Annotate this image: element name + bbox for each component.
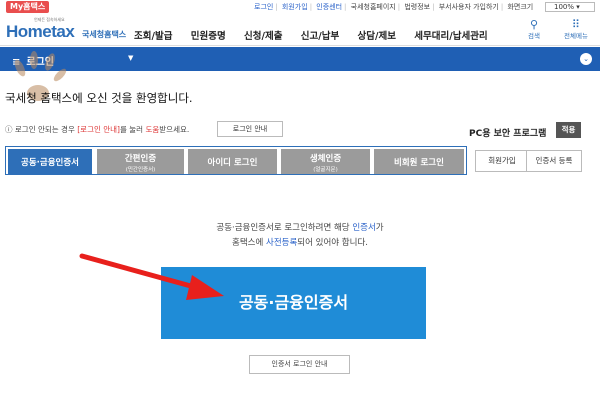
search-label: 검색: [528, 32, 540, 40]
tab-sublabel: (민간인증서): [125, 167, 156, 173]
certificate-link[interactable]: 인증서: [352, 223, 375, 233]
global-nav: 조회/발급 민원증명 신청/제출 신고/납부 상담/제보 세무대리/납세관리: [134, 28, 503, 42]
tab-biometric[interactable]: 생체인증 (얼굴지문): [281, 149, 370, 174]
hometax-logo[interactable]: Hometax: [6, 22, 75, 42]
cert-message-line1: 공동·금융인증서로 로그인하려면 해당 인증서가: [0, 221, 600, 233]
nav-item-filing[interactable]: 신고/납부: [301, 31, 339, 42]
note-prefix: 로그인 안되는 경우: [14, 125, 78, 134]
joint-certificate-login-button[interactable]: 공동·금융인증서: [161, 267, 426, 339]
join-button[interactable]: 회원가입: [475, 150, 529, 172]
tab-label: 비회원 로그인: [394, 158, 444, 168]
law-info-link[interactable]: 법령정보: [404, 3, 430, 11]
login-guide-button[interactable]: 로그인 안내: [217, 121, 283, 137]
utility-links: 로그인 | 회원가입 | 인증센터 | 국세청홈페이지 | 법령정보 | 부서사용자 가입…: [254, 3, 534, 11]
nts-homepage-link[interactable]: 국세청홈페이지: [351, 3, 396, 11]
nav-item-inquiry[interactable]: 조회/발급: [134, 31, 172, 42]
logo-subtitle: 국세청홈택스: [82, 30, 127, 39]
info-icon: ⓘ: [5, 125, 13, 134]
note-suffix: 받으세요.: [159, 125, 190, 134]
msg-text: 가: [375, 223, 384, 233]
msg-text: 되어 있어야 합니다.: [297, 238, 368, 248]
dropdown-caret-icon[interactable]: ▼: [128, 54, 133, 62]
cert-login-guide-button[interactable]: 인증서 로그인 안내: [249, 355, 350, 374]
login-method-tabs: 공동·금융인증서 간편인증 (민간인증서) 아이디 로그인 생체인증 (얼굴지문…: [5, 146, 467, 175]
tab-sublabel: (얼굴지문): [313, 167, 338, 173]
apply-security-button[interactable]: 적용: [556, 122, 581, 138]
tab-label: 공동·금융인증서: [21, 158, 79, 168]
login-link[interactable]: 로그인: [254, 3, 273, 11]
search-icon: ⚲: [529, 18, 539, 31]
main-header: 언제든 접속하세요 Hometax 국세청홈택스 조회/발급 민원증명 신청/제…: [0, 14, 600, 46]
expand-circle-icon[interactable]: ⌄: [580, 53, 592, 65]
signup-link[interactable]: 회원가입: [282, 3, 308, 11]
login-help-note: ⓘ 로그인 안되는 경우 [로그인 안내]를 눌러 도움받으세요.: [5, 124, 189, 135]
cert-register-button[interactable]: 인증서 등록: [526, 150, 582, 172]
hamburger-icon: ≡: [12, 57, 21, 68]
tab-label: 생체인증: [309, 154, 342, 164]
note-help: 도움: [145, 125, 160, 134]
welcome-message: 국세청 홈택스에 오신 것을 환영합니다.: [5, 91, 193, 105]
my-hometax-button[interactable]: My홈택스: [6, 1, 50, 13]
page-title-text: 로그인: [26, 57, 54, 68]
tab-label: 간편인증: [124, 154, 157, 164]
zoom-select[interactable]: 100% ▾: [545, 2, 595, 12]
note-mid: 를 눌러: [120, 125, 146, 134]
all-menu-label: 전체메뉴: [564, 32, 588, 40]
zoom-value: 100%: [554, 3, 575, 11]
pre-registration-link[interactable]: 사전등록: [266, 238, 297, 248]
screen-size-label: 화면크기: [507, 3, 534, 11]
top-utility-bar: My홈택스 로그인 | 회원가입 | 인증센터 | 국세청홈페이지 | 법령정보 | 부서…: [0, 0, 600, 14]
tab-id-login[interactable]: 아이디 로그인: [188, 149, 277, 174]
login-guide-link[interactable]: [로그인 안내]: [77, 125, 120, 134]
security-program-label: PC용 보안 프로그램: [469, 129, 547, 139]
cert-center-link[interactable]: 인증센터: [316, 3, 342, 11]
nav-item-tax-agent[interactable]: 세무대리/납세관리: [414, 31, 487, 42]
cert-message-line2: 홈택스에 사전등록되어 있어야 합니다.: [0, 236, 600, 248]
dept-user-signup-link[interactable]: 부서사용자 가입하기: [439, 3, 499, 11]
page-title[interactable]: ≡ 로그인: [12, 53, 54, 68]
tab-guest-login[interactable]: 비회원 로그인: [374, 149, 464, 174]
tab-simple-auth[interactable]: 간편인증 (민간인증서): [97, 149, 184, 174]
nav-item-application[interactable]: 신청/제출: [244, 31, 282, 42]
grid-menu-icon: ⠿: [571, 18, 580, 31]
page-title-bar: ≡ 로그인 ▼ ⌄: [0, 47, 600, 71]
nav-item-certificate[interactable]: 민원증명: [191, 31, 226, 42]
nav-item-consult[interactable]: 상담/제보: [358, 31, 396, 42]
tab-label: 아이디 로그인: [207, 158, 258, 168]
tab-joint-certificate[interactable]: 공동·금융인증서: [8, 149, 92, 174]
msg-text: 홈택스에: [232, 238, 267, 248]
msg-text: 공동·금융인증서로 로그인하려면 해당: [216, 223, 353, 233]
all-menu-button[interactable]: ⠿ 전체메뉴: [564, 19, 588, 40]
search-button[interactable]: ⚲ 검색: [528, 19, 540, 40]
